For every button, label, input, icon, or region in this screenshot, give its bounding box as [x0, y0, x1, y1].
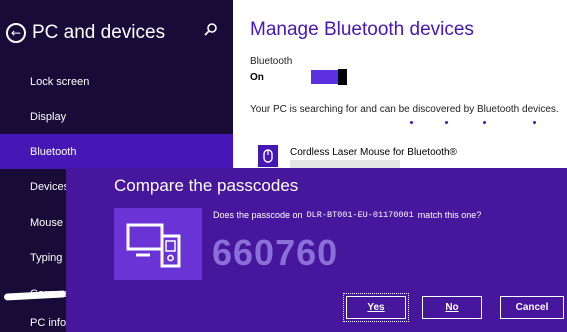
dialog-title: Compare the passcodes [114, 176, 299, 195]
passcode-question: Does the passcode on DLR-BT001-EU-011700… [213, 210, 482, 220]
bluetooth-label: Bluetooth [250, 56, 293, 67]
cancel-button[interactable]: Cancel [500, 296, 564, 319]
nav-item-lock-screen[interactable]: Lock screen [0, 64, 233, 99]
progress-dot [445, 121, 448, 124]
compare-passcodes-dialog: Compare the passcodes Does the passcode … [66, 168, 567, 332]
progress-dots [405, 121, 545, 127]
device-name: Cordless Laser Mouse for Bluetooth® [290, 147, 457, 158]
toggle-thumb[interactable] [338, 69, 347, 85]
search-icon[interactable] [203, 22, 219, 38]
yes-button[interactable]: Yes [343, 293, 409, 322]
bluetooth-toggle[interactable] [311, 69, 347, 85]
mouse-icon [258, 145, 278, 167]
device-code: DLR-BT001-EU-01170001 [306, 210, 414, 220]
back-arrow-icon[interactable]: ← [6, 23, 26, 43]
bluetooth-state: On [250, 72, 264, 83]
progress-dot [410, 121, 413, 124]
progress-dot [483, 121, 486, 124]
page-title: Manage Bluetooth devices [250, 19, 474, 40]
nav-item-display[interactable]: Display [0, 99, 233, 134]
device-list-item[interactable]: Cordless Laser Mouse for Bluetooth® [258, 145, 457, 168]
passcode-value: 660760 [212, 232, 339, 273]
nav-item-bluetooth[interactable]: Bluetooth [0, 134, 233, 169]
progress-dot [533, 121, 536, 124]
searching-status: Your PC is searching for and can be disc… [250, 104, 559, 115]
devices-icon [114, 208, 202, 280]
nav-header: ← PC and devices [6, 16, 165, 50]
nav-title: PC and devices [32, 22, 166, 43]
no-button[interactable]: No [422, 296, 482, 319]
device-status-obscured [290, 160, 400, 168]
